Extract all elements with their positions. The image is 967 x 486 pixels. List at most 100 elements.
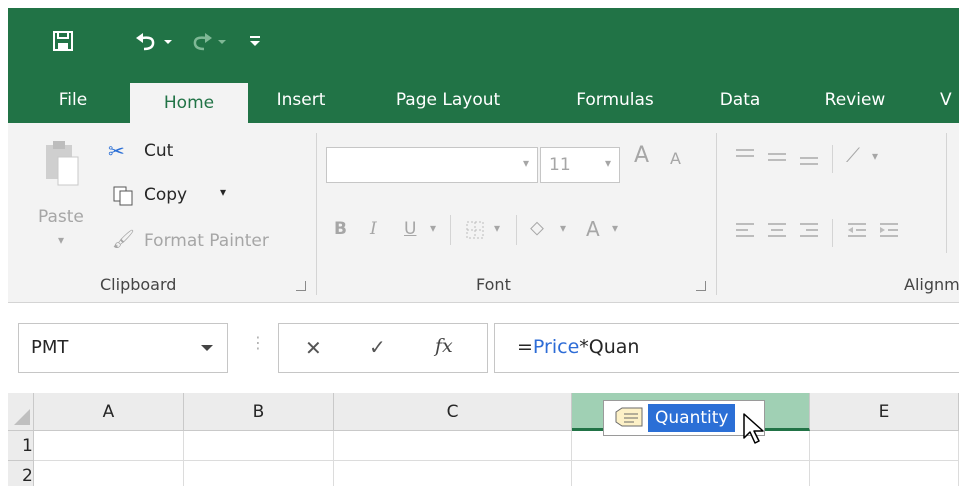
tab-insert[interactable]: Insert	[266, 78, 336, 123]
ribbon-tabs: File Home Insert Page Layout Formulas Da…	[8, 78, 959, 123]
enter-icon[interactable]: ✓	[369, 335, 386, 359]
formula-bar-grip-icon[interactable]: ⋮	[250, 333, 266, 352]
cell-a1[interactable]	[34, 431, 184, 461]
mouse-cursor-icon	[743, 413, 764, 444]
customize-qat-icon[interactable]	[240, 26, 270, 56]
select-all-corner[interactable]	[8, 393, 34, 431]
group-separator	[316, 133, 317, 295]
formula-input[interactable]: =Price*Quan	[494, 323, 959, 373]
fill-color-dropdown-icon[interactable]: ▾	[560, 221, 566, 235]
align-right-icon[interactable]	[794, 215, 824, 245]
decrease-indent-icon[interactable]	[842, 215, 872, 245]
bottom-align-icon[interactable]	[794, 141, 824, 171]
bold-button[interactable]: B	[334, 219, 347, 239]
named-range-icon	[615, 407, 643, 427]
font-name-dropdown-icon: ▾	[522, 156, 529, 170]
paste-icon	[46, 141, 79, 186]
paintbrush-icon: 🖌	[112, 229, 135, 250]
cell-e2[interactable]	[810, 461, 959, 486]
clipboard-launcher-icon[interactable]	[296, 281, 306, 291]
ribbon: Paste ▾ ✂ Cut Copy ▾ 🖌 Format Painter Cl…	[8, 123, 959, 303]
alignment-group-label: Alignm	[904, 275, 959, 294]
tab-data[interactable]: Data	[710, 78, 770, 123]
row-header-2[interactable]: 2	[8, 461, 34, 486]
format-painter-label: Format Painter	[144, 231, 269, 251]
name-box-dropdown-icon[interactable]	[201, 345, 213, 351]
redo-icon[interactable]	[184, 26, 232, 56]
tab-page-layout[interactable]: Page Layout	[378, 78, 518, 123]
orientation-dropdown-icon[interactable]: ▾	[872, 149, 878, 163]
scissors-icon: ✂	[108, 139, 125, 163]
underline-dropdown-icon[interactable]: ▾	[430, 221, 436, 235]
borders-dropdown-icon[interactable]: ▾	[494, 221, 500, 235]
cut-label: Cut	[144, 141, 174, 161]
cell-c1[interactable]	[334, 431, 572, 461]
worksheet-grid: A B C D E 1 2	[8, 393, 959, 486]
increase-indent-icon[interactable]	[874, 215, 904, 245]
insert-function-icon[interactable]: fx	[435, 335, 453, 357]
tab-home[interactable]: Home	[130, 83, 248, 123]
cell-a2[interactable]	[34, 461, 184, 486]
formula-text: =Price*Quan	[517, 336, 639, 358]
align-center-icon[interactable]	[762, 215, 792, 245]
font-launcher-icon[interactable]	[696, 281, 706, 291]
top-align-icon[interactable]	[730, 141, 760, 171]
tab-view[interactable]: V	[940, 78, 959, 123]
formula-prefix: =	[517, 336, 533, 358]
format-painter-button[interactable]: 🖌 Format Painter	[108, 227, 308, 257]
group-separator	[716, 133, 717, 295]
paste-label: Paste	[38, 207, 84, 227]
font-separator	[450, 215, 451, 245]
font-color-dropdown-icon[interactable]: ▾	[612, 221, 618, 235]
quick-access-toolbar	[8, 8, 959, 78]
cancel-icon[interactable]: ✕	[305, 336, 322, 360]
formula-bar: PMT ⋮ ✕ ✓ fx =Price*Quan	[8, 303, 959, 393]
italic-button[interactable]: I	[370, 219, 377, 239]
column-header-e[interactable]: E	[810, 393, 959, 431]
fill-color-icon[interactable]: ⬦	[530, 215, 544, 239]
font-color-icon[interactable]: A	[586, 217, 600, 241]
group-separator	[946, 133, 947, 253]
copy-button[interactable]: Copy ▾	[108, 181, 238, 211]
tab-review[interactable]: Review	[812, 78, 898, 123]
font-separator	[516, 215, 517, 245]
font-group-label: Font	[476, 275, 511, 294]
clipboard-group-label: Clipboard	[100, 275, 177, 294]
underline-button[interactable]: U	[404, 219, 416, 239]
tab-file[interactable]: File	[48, 78, 98, 123]
borders-icon[interactable]	[460, 215, 490, 245]
formula-reference-price: Price	[532, 336, 580, 358]
undo-icon[interactable]	[128, 26, 176, 56]
middle-align-icon[interactable]	[762, 141, 792, 171]
formula-controls: ✕ ✓ fx	[278, 323, 488, 373]
cell-d2[interactable]	[572, 461, 810, 486]
cut-button[interactable]: ✂ Cut	[108, 137, 198, 167]
cell-b1[interactable]	[184, 431, 334, 461]
font-name-combo[interactable]: ▾	[326, 147, 538, 183]
formula-suffix: *Quan	[579, 336, 640, 358]
save-icon[interactable]	[48, 26, 78, 56]
cell-e1[interactable]	[810, 431, 959, 461]
shrink-font-icon[interactable]: A	[670, 149, 681, 168]
alignment-separator	[832, 219, 833, 247]
name-box[interactable]: PMT	[18, 323, 228, 373]
row-header-1[interactable]: 1	[8, 431, 34, 461]
autocomplete-item-quantity[interactable]: Quantity	[648, 404, 736, 432]
grow-font-icon[interactable]: A	[634, 143, 649, 168]
font-size-value: 11	[549, 155, 571, 175]
column-header-b[interactable]: B	[184, 393, 334, 431]
cell-b2[interactable]	[184, 461, 334, 486]
paste-button[interactable]: Paste ▾	[38, 135, 92, 265]
orientation-icon[interactable]: ⟋	[846, 143, 860, 167]
font-size-combo[interactable]: 11 ▾	[540, 147, 620, 183]
column-header-a[interactable]: A	[34, 393, 184, 431]
formula-autocomplete-list: Quantity	[603, 400, 765, 436]
copy-label: Copy	[144, 185, 188, 205]
tab-formulas[interactable]: Formulas	[560, 78, 670, 123]
column-header-c[interactable]: C	[334, 393, 572, 431]
alignment-separator	[832, 145, 833, 173]
copy-dropdown-icon: ▾	[220, 185, 227, 199]
cell-c2[interactable]	[334, 461, 572, 486]
copy-icon	[113, 186, 133, 206]
align-left-icon[interactable]	[730, 215, 760, 245]
